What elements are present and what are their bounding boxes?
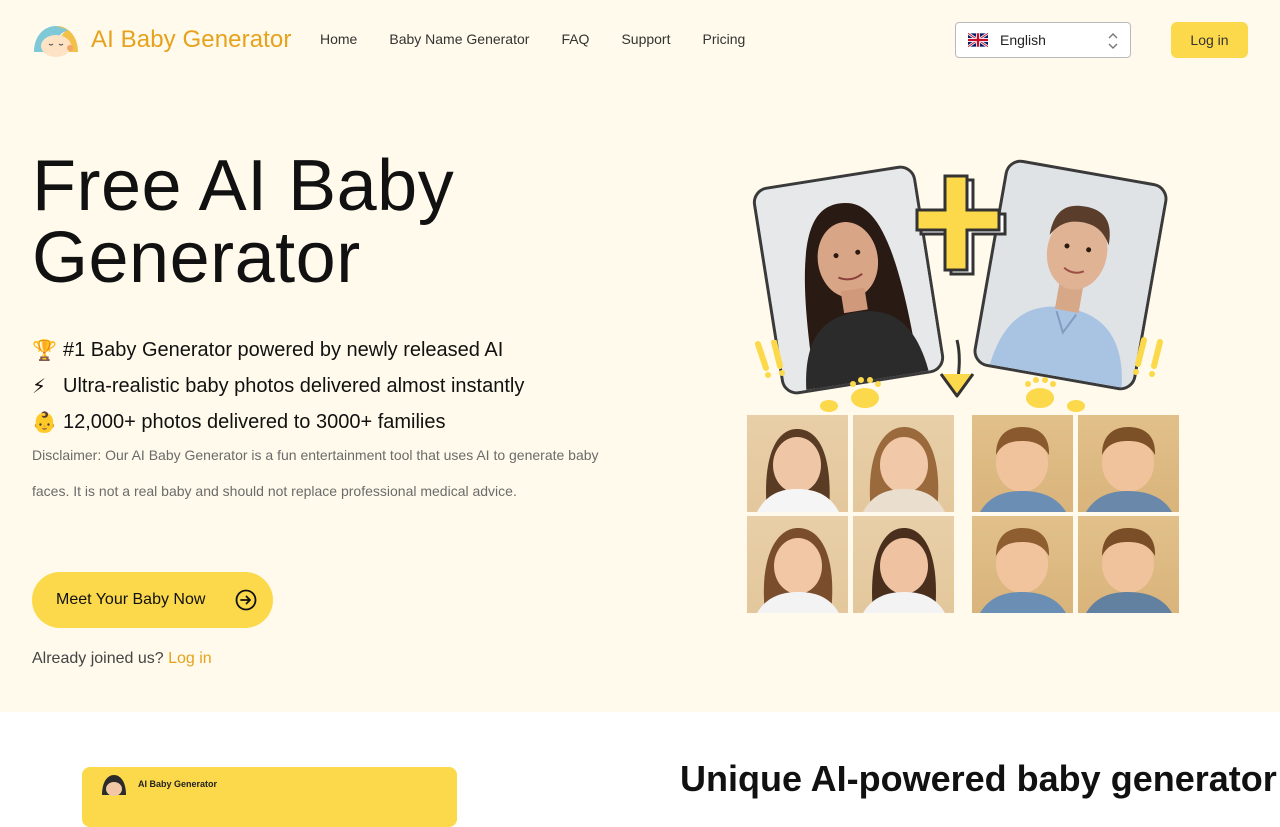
lightning-icon: ⚡ [32, 375, 47, 398]
baby-logo-icon [32, 22, 80, 58]
cta-label: Meet Your Baby Now [56, 591, 206, 608]
feature-item: 🏆 #1 Baby Generator powered by newly rel… [32, 332, 524, 368]
feature-text: #1 Baby Generator powered by newly relea… [63, 338, 504, 361]
baby-boy-photo [1078, 415, 1179, 512]
nav-support[interactable]: Support [621, 31, 670, 47]
login-link[interactable]: Log in [168, 650, 212, 667]
baby-girl-photo [853, 516, 954, 613]
uk-flag-icon [968, 33, 988, 47]
footprint-icon [820, 377, 881, 412]
feature-text: 12,000+ photos delivered to 3000+ famili… [63, 410, 446, 433]
feature-list: 🏆 #1 Baby Generator powered by newly rel… [32, 332, 524, 440]
arrow-down-icon [939, 339, 975, 398]
feature-item: 👶 12,000+ photos delivered to 3000+ fami… [32, 404, 524, 440]
plus-icon [915, 174, 1007, 276]
nav-home[interactable]: Home [320, 31, 357, 47]
hero-title: Free AI Baby Generator [32, 146, 455, 298]
nav-baby-name-generator[interactable]: Baby Name Generator [389, 31, 529, 47]
logo[interactable]: AI Baby Generator [32, 22, 291, 58]
exclamation-icon [755, 340, 785, 378]
disclaimer-text: Disclaimer: Our AI Baby Generator is a f… [32, 447, 599, 499]
preview-title: AI Baby Generator [138, 779, 218, 789]
trophy-icon: 🏆 [32, 339, 57, 362]
baby-boy-photo [1078, 516, 1179, 613]
nav-faq[interactable]: FAQ [561, 31, 589, 47]
baby-boy-photo [972, 516, 1073, 613]
baby-icon: 👶 [32, 411, 57, 434]
section-heading: Unique AI-powered baby generator [680, 758, 1277, 799]
baby-avatar-icon [102, 775, 126, 796]
baby-girl-photo [747, 516, 848, 613]
joined-text: Already joined us? [32, 650, 164, 667]
select-arrows-icon [1108, 33, 1118, 49]
meet-your-baby-button[interactable]: Meet Your Baby Now [32, 572, 273, 628]
language-label: English [1000, 32, 1046, 48]
hero-illustration [740, 150, 1180, 625]
exclamation-icon [1133, 337, 1163, 377]
feature-text: Ultra-realistic baby photos delivered al… [63, 374, 525, 397]
baby-girl-photo [747, 415, 848, 512]
feature-item: ⚡ Ultra-realistic baby photos delivered … [32, 368, 524, 404]
nav-pricing[interactable]: Pricing [703, 31, 746, 47]
arrow-circle-right-icon [235, 589, 257, 611]
main-nav: Home Baby Name Generator FAQ Support Pri… [320, 31, 777, 47]
brand-name: AI Baby Generator [91, 26, 292, 53]
baby-girl-photo [853, 415, 954, 512]
hero-section: AI Baby Generator Home Baby Name Generat… [0, 0, 1280, 712]
app-preview-card: AI Baby Generator [82, 767, 457, 827]
baby-boy-photo [972, 415, 1073, 512]
language-select[interactable]: English [955, 22, 1131, 58]
footprint-icon [1025, 377, 1085, 412]
login-button[interactable]: Log in [1171, 22, 1248, 58]
already-joined: Already joined us? Log in [32, 650, 212, 668]
